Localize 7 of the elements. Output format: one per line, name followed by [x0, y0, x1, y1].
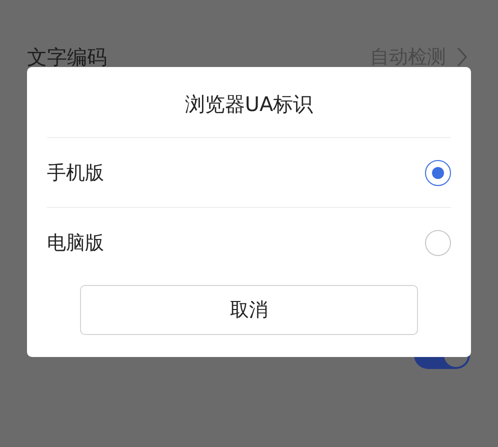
radio-button[interactable]	[425, 230, 451, 256]
chevron-right-icon	[456, 46, 468, 68]
radio-button[interactable]	[425, 160, 451, 186]
dialog-title: 浏览器UA标识	[47, 67, 451, 138]
cancel-button[interactable]: 取消	[80, 285, 418, 335]
option-label[interactable]: 电脑版	[47, 230, 104, 256]
option-label[interactable]: 手机版	[47, 160, 104, 186]
